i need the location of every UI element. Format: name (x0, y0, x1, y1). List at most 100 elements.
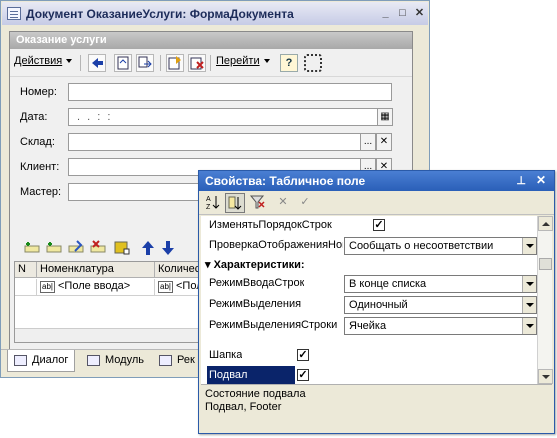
apply-check-icon[interactable]: ✓ (295, 193, 315, 213)
date-label: Дата: (20, 111, 48, 123)
property-name: РежимВыделенияСтроки (209, 319, 338, 331)
property-select[interactable]: Одиночный (344, 296, 537, 314)
input-field-icon: ab| (158, 281, 173, 293)
form-header: Оказание услуги (10, 32, 412, 49)
table-toolbar (14, 239, 214, 259)
pin-icon[interactable]: ⊥ (516, 174, 526, 187)
number-field[interactable] (68, 83, 392, 101)
add-row-icon[interactable] (24, 240, 40, 256)
clear-x-icon[interactable]: ✕ (376, 133, 392, 151)
end-edit-icon[interactable] (114, 240, 130, 256)
calendar-icon[interactable]: ▦ (377, 108, 393, 126)
properties-toolbar: AZ ✕ ✓ (199, 191, 554, 215)
tab-module[interactable]: Модуль (81, 350, 150, 372)
property-row[interactable]: РежимВыделения Одиночный (201, 295, 537, 315)
checkbox-checked[interactable]: ✓ (297, 349, 309, 361)
master-label: Мастер: (20, 186, 62, 198)
description-title: Состояние подвала (205, 388, 306, 400)
property-name: Подвал (207, 366, 295, 384)
chevron-down-icon (522, 238, 536, 254)
actions-menu[interactable]: Действия (14, 55, 73, 67)
description-text: Подвал, Footer (205, 401, 282, 413)
sort-category-icon[interactable] (225, 193, 245, 213)
table-cell[interactable]: ab| <Поле ввода> (37, 279, 155, 296)
property-description: Состояние подвала Подвал, Footer (201, 384, 552, 432)
warehouse-label: Склад: (20, 136, 55, 148)
move-icon[interactable] (136, 54, 154, 72)
scroll-down-icon[interactable] (538, 369, 553, 384)
tab-requisites[interactable]: Рек (153, 350, 201, 372)
select-area-icon[interactable] (304, 54, 322, 72)
column-header-nomenclature[interactable]: Номенклатура (37, 262, 155, 278)
properties-title: Свойства: Табличное поле (205, 174, 366, 188)
toolbar-separator (160, 55, 161, 71)
tab-dialog[interactable]: Диалог (7, 350, 76, 372)
number-label: Номер: (20, 86, 57, 98)
scroll-up-icon[interactable] (538, 216, 553, 231)
edit-row-icon[interactable] (68, 240, 84, 256)
property-name: ИзменятьПорядокСтрок (209, 219, 332, 231)
window-titlebar[interactable]: Документ ОказаниеУслуги: ФормаДокумента … (2, 2, 428, 25)
property-select[interactable]: Ячейка (344, 317, 537, 335)
close-button[interactable]: ✕ (412, 6, 427, 21)
sort-alpha-icon[interactable]: AZ (203, 193, 223, 213)
move-up-icon[interactable] (140, 240, 156, 256)
post-icon[interactable] (166, 54, 184, 72)
cancel-x-icon[interactable]: ✕ (273, 193, 293, 213)
module-icon (87, 355, 100, 366)
svg-text:A: A (206, 196, 211, 203)
property-select[interactable]: В конце списка (344, 275, 537, 293)
maximize-button[interactable]: □ (395, 6, 410, 21)
form-icon (7, 7, 21, 20)
property-name: РежимВыделения (209, 298, 302, 310)
delete-row-icon[interactable] (90, 240, 106, 256)
copy-row-icon[interactable] (46, 240, 62, 256)
property-row[interactable]: РежимВводаСтрок В конце списка (201, 274, 537, 294)
property-select[interactable]: Сообщать о несоответствии (344, 237, 537, 255)
date-field[interactable]: . . : : ▦ (68, 108, 393, 126)
checkbox-checked[interactable]: ✓ (297, 369, 309, 381)
close-icon[interactable]: ✕ (536, 173, 546, 187)
property-row[interactable]: Шапка ✓ (201, 346, 537, 366)
table-cell[interactable] (15, 279, 37, 296)
properties-vertical-scrollbar[interactable] (537, 216, 553, 384)
properties-titlebar[interactable]: Свойства: Табличное поле ⊥ ✕ (199, 171, 554, 191)
column-header-number[interactable]: N (15, 262, 37, 278)
property-name: ПроверкаОтображенияНовойС (209, 239, 343, 251)
filter-icon[interactable] (247, 193, 267, 213)
toolbar-separator (80, 55, 81, 71)
svg-text:Z: Z (206, 204, 211, 211)
property-grid: ИзменятьПорядокСтрок ✓ ПроверкаОтображен… (201, 216, 537, 384)
warehouse-field[interactable]: ... ✕ (68, 133, 392, 151)
property-row[interactable]: ИзменятьПорядокСтрок ✓ (201, 216, 537, 236)
property-name: РежимВводаСтрок (209, 277, 305, 289)
checkbox-checked[interactable]: ✓ (373, 219, 385, 231)
unpost-icon[interactable] (188, 54, 206, 72)
form-toolbar: Действия Перейти ? (10, 49, 412, 77)
minimize-button[interactable]: _ (378, 6, 393, 21)
move-down-icon[interactable] (160, 240, 176, 256)
scroll-thumb[interactable] (539, 258, 552, 270)
goto-menu[interactable]: Перейти (216, 55, 270, 67)
chevron-down-icon (522, 318, 536, 334)
client-label: Клиент: (20, 161, 60, 173)
chevron-down-icon (522, 297, 536, 313)
document-icon[interactable] (114, 54, 132, 72)
chevron-down-icon (263, 59, 270, 64)
chevron-down-icon (66, 59, 73, 64)
input-field-icon: ab| (40, 281, 55, 293)
help-icon[interactable]: ? (280, 54, 298, 72)
select-ellipsis-button[interactable]: ... (360, 133, 376, 151)
property-row[interactable]: ПроверкаОтображенияНовойС Сообщать о нес… (201, 236, 537, 256)
dialog-icon (14, 355, 27, 366)
back-arrow-icon[interactable] (88, 54, 106, 72)
chevron-down-icon (522, 276, 536, 292)
category-header[interactable]: ▾ Характеристики: (201, 256, 537, 274)
property-row[interactable]: РежимВыделенияСтроки Ячейка (201, 316, 537, 336)
toolbar-separator (210, 55, 211, 71)
requisites-icon (159, 355, 172, 366)
category-label: Характеристики: (213, 259, 305, 271)
property-row-selected[interactable]: Подвал ✓ (201, 366, 537, 384)
property-name: Шапка (209, 349, 243, 361)
collapse-triangle-icon[interactable]: ▾ (205, 259, 211, 271)
